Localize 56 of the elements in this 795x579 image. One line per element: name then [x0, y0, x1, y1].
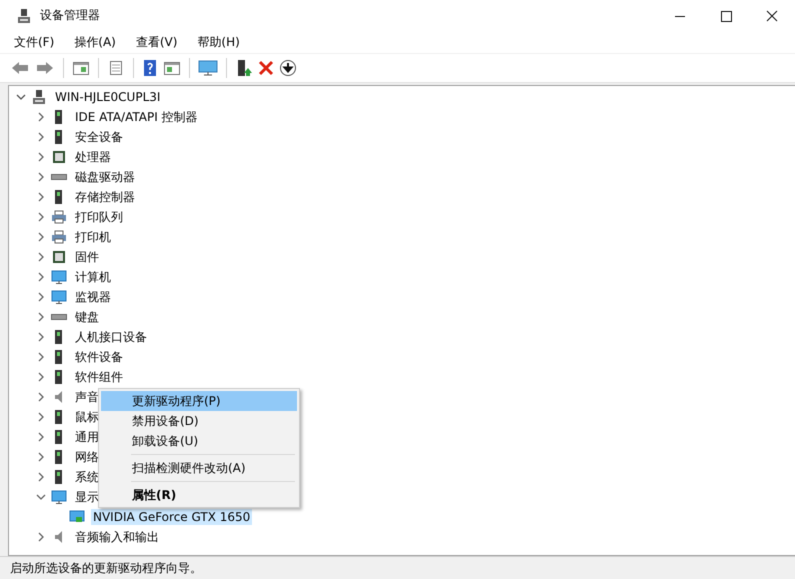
- tree-item[interactable]: 计算机: [73, 268, 113, 286]
- menu-item[interactable]: 文件(F): [11, 32, 58, 52]
- tree-item[interactable]: 软件设备: [73, 348, 125, 366]
- tree-item[interactable]: 鼠标: [73, 408, 101, 426]
- panel-icon[interactable]: [163, 60, 181, 76]
- printer-icon: [51, 209, 67, 225]
- computer-icon: [31, 89, 47, 105]
- monitor-icon: [69, 509, 85, 525]
- tree-item[interactable]: 显示: [73, 488, 101, 506]
- tree-item[interactable]: 固件: [73, 248, 101, 266]
- monitor-icon: [51, 289, 67, 305]
- tree-item[interactable]: IDE ATA/ATAPI 控制器: [73, 108, 200, 126]
- tree-item[interactable]: 键盘: [73, 308, 101, 326]
- tree-item[interactable]: 监视器: [73, 288, 113, 306]
- chip-icon: [51, 149, 67, 165]
- help-icon[interactable]: [142, 59, 158, 77]
- context-menu-item[interactable]: 卸载设备(U): [101, 431, 297, 451]
- printer-icon: [51, 229, 67, 245]
- context-menu-item[interactable]: 扫描检测硬件改动(A): [101, 458, 297, 478]
- computer-icon: [16, 8, 32, 24]
- panel-icon[interactable]: [72, 60, 90, 76]
- forward-arrow-icon[interactable]: [35, 60, 55, 76]
- tree-item[interactable]: NVIDIA GeForce GTX 1650: [91, 509, 252, 525]
- tree-item[interactable]: 存储控制器: [73, 188, 137, 206]
- tree-item[interactable]: 安全设备: [73, 128, 125, 146]
- properties-icon[interactable]: [107, 60, 125, 76]
- tree-item[interactable]: 磁盘驱动器: [73, 168, 137, 186]
- window-title: 设备管理器: [40, 7, 100, 24]
- status-bar: 启动所选设备的更新驱动程序向导。: [0, 556, 795, 579]
- monitor-icon: [51, 269, 67, 285]
- tree-item[interactable]: 打印机: [73, 228, 113, 246]
- tree-item[interactable]: 音频输入和输出: [73, 528, 161, 546]
- tree-item[interactable]: 处理器: [73, 148, 113, 166]
- tree-item[interactable]: 系统: [73, 468, 101, 486]
- menu-item[interactable]: 查看(V): [132, 32, 180, 52]
- monitor-icon: [51, 489, 67, 505]
- tree-item[interactable]: 软件组件: [73, 368, 125, 386]
- update-driver-icon[interactable]: [235, 59, 253, 77]
- tree-item[interactable]: 打印队列: [73, 208, 125, 226]
- tree-item[interactable]: 人机接口设备: [73, 328, 149, 346]
- tree-item[interactable]: 通用: [73, 428, 101, 446]
- tree-item[interactable]: 声音: [73, 388, 101, 406]
- menu-item[interactable]: 操作(A): [71, 32, 119, 52]
- drive-icon: [51, 314, 67, 320]
- menu-item[interactable]: 帮助(H): [194, 32, 243, 52]
- context-menu-item[interactable]: 更新驱动程序(P): [101, 391, 297, 411]
- monitor-icon[interactable]: [198, 59, 218, 77]
- context-menu-item[interactable]: 属性(R): [101, 485, 297, 505]
- drive-icon: [51, 174, 67, 180]
- chip-icon: [51, 249, 67, 265]
- delete-icon[interactable]: [258, 60, 274, 76]
- back-arrow-icon[interactable]: [10, 60, 30, 76]
- tree-item[interactable]: WIN-HJLE0CUPL3I: [53, 89, 162, 105]
- context-menu-item[interactable]: 禁用设备(D): [101, 411, 297, 431]
- download-icon[interactable]: [279, 59, 297, 77]
- tree-item[interactable]: 网络: [73, 448, 101, 466]
